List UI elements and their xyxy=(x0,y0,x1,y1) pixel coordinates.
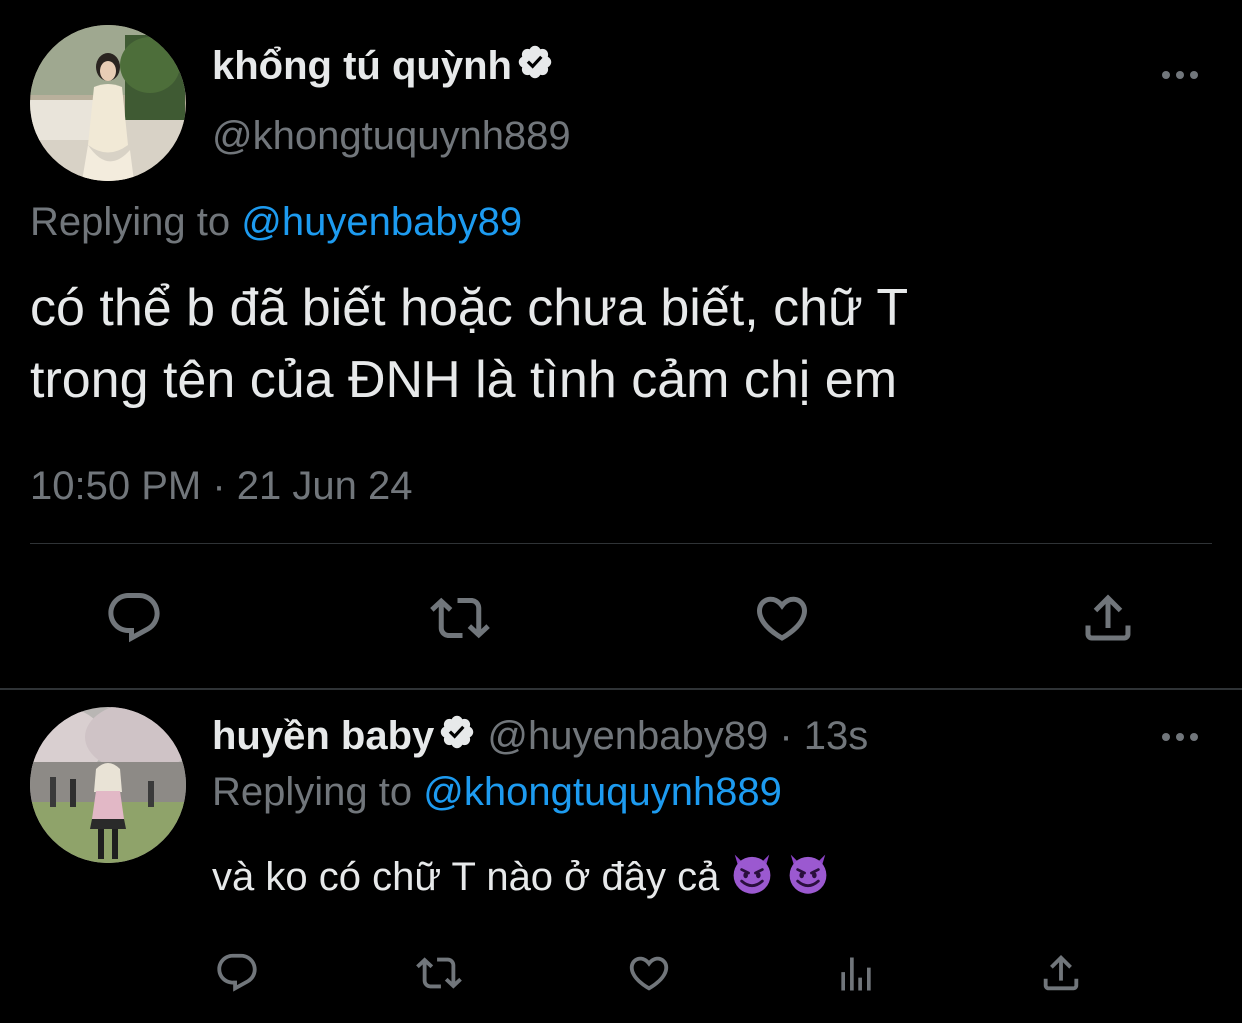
verified-badge-icon xyxy=(516,42,554,94)
meta-separator: · xyxy=(779,714,793,758)
reply-header: huyền baby @huyenbaby89 · 13s xyxy=(212,710,868,764)
share-button[interactable] xyxy=(1078,588,1138,648)
analytics-button[interactable] xyxy=(834,952,878,996)
avatar[interactable] xyxy=(30,707,186,863)
tweet-text-line: có thể b đã biết hoặc chưa biết, chữ T xyxy=(30,279,909,337)
more-options-icon[interactable] xyxy=(1160,730,1200,749)
handle[interactable]: @huyenbaby89 xyxy=(487,714,768,758)
retweet-icon xyxy=(416,957,462,989)
replying-to: Replying to @khongtuquynh889 xyxy=(212,766,782,818)
like-button[interactable] xyxy=(752,588,812,648)
more-options-icon[interactable] xyxy=(1160,68,1200,87)
retweet-button[interactable] xyxy=(414,950,464,996)
tweet-age[interactable]: 13s xyxy=(804,714,869,758)
meta-separator: · xyxy=(212,464,226,508)
replying-prefix: Replying to xyxy=(212,770,413,814)
handle[interactable]: @khongtuquynh889 xyxy=(212,110,571,162)
analytics-icon xyxy=(841,957,871,991)
like-icon xyxy=(756,596,808,641)
like-button[interactable] xyxy=(626,950,672,996)
display-name[interactable]: khổng tú quỳnh xyxy=(212,40,554,94)
tweet-date: 21 Jun 24 xyxy=(236,464,413,508)
reply-button[interactable] xyxy=(104,588,164,648)
tweet-thread: khổng tú quỳnh @khongtuquynh889 Replying… xyxy=(0,0,1242,1023)
tweet-timestamp[interactable]: 10:50 PM · 21 Jun 24 xyxy=(30,460,413,512)
share-icon xyxy=(1043,954,1079,991)
replying-to-mention[interactable]: @huyenbaby89 xyxy=(241,200,522,244)
reply-button[interactable] xyxy=(214,950,260,996)
smiling-imp-emoji-icon xyxy=(785,850,831,909)
tweet-text: và ko có chữ T nào ở đây cả xyxy=(212,850,831,909)
share-icon xyxy=(1085,594,1131,641)
avatar[interactable] xyxy=(30,25,186,181)
tweet-text-content: và ko có chữ T nào ở đây cả xyxy=(212,855,720,899)
tweet-text: có thể b đã biết hoặc chưa biết, chữ T t… xyxy=(30,272,1180,416)
display-name-text: khổng tú quỳnh xyxy=(212,44,512,88)
display-name[interactable]: huyền baby xyxy=(212,714,434,758)
replying-to-mention[interactable]: @khongtuquynh889 xyxy=(423,770,782,814)
retweet-icon xyxy=(430,597,490,639)
like-icon xyxy=(629,956,669,991)
divider xyxy=(30,543,1212,544)
verified-badge-icon xyxy=(438,712,476,764)
share-button[interactable] xyxy=(1038,950,1084,996)
smiling-imp-emoji-icon xyxy=(729,850,775,909)
tweet-time: 10:50 PM xyxy=(30,464,202,508)
replying-prefix: Replying to xyxy=(30,200,231,244)
replying-to: Replying to @huyenbaby89 xyxy=(30,196,522,248)
reply-icon xyxy=(108,593,160,643)
divider xyxy=(0,688,1242,690)
tweet-text-line: trong tên của ĐNH là tình cảm chị em xyxy=(30,351,898,409)
reply-icon xyxy=(217,953,257,992)
retweet-button[interactable] xyxy=(428,588,492,648)
